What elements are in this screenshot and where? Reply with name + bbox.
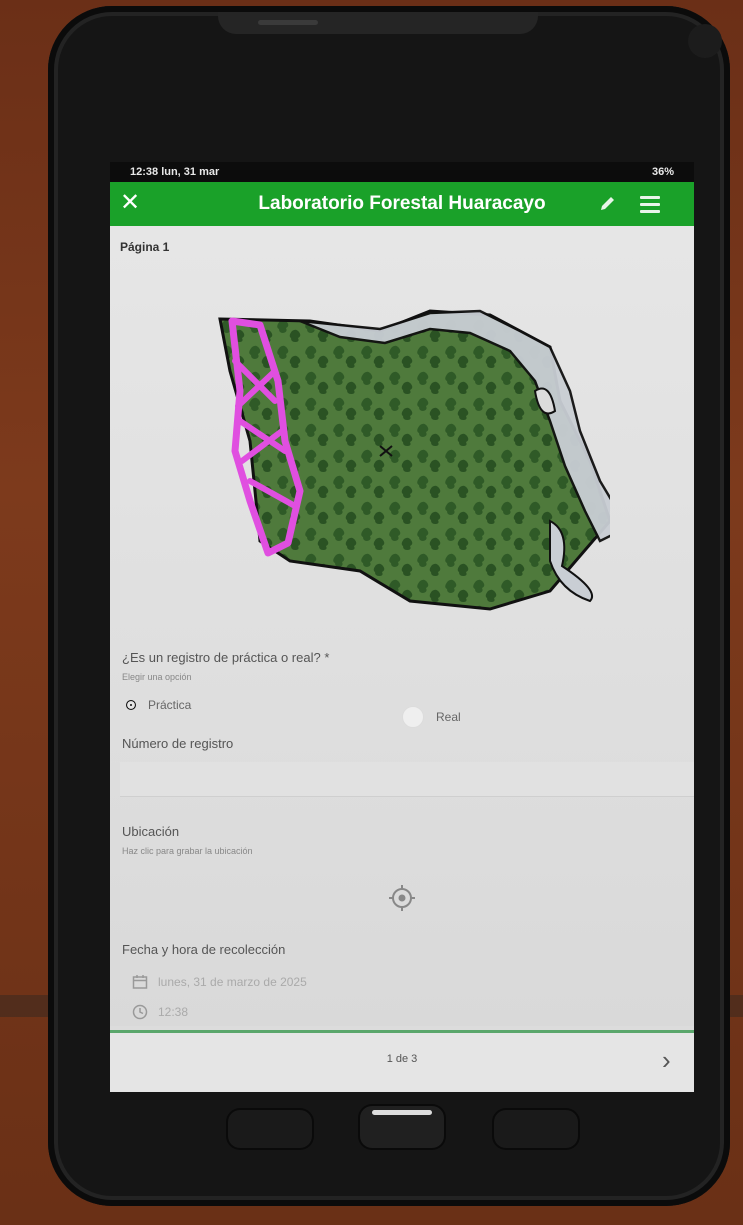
close-icon[interactable]: ✕ [120, 191, 140, 215]
time-field[interactable]: 12:38 [132, 1004, 188, 1020]
datetime-label: Fecha y hora de recolección [122, 942, 286, 957]
page-counter: 1 de 3 [386, 1053, 418, 1065]
question-record-type-label: ¿Es un registro de práctica o real? * [122, 650, 330, 665]
hardware-buttons [110, 1100, 694, 1160]
date-field[interactable]: lunes, 31 de marzo de 2025 [132, 974, 307, 990]
status-bar: 12:38 lun, 31 mar 36% [110, 162, 694, 182]
calendar-icon [132, 975, 148, 989]
survey-form: Página 1 ¿Es un registro de práctica o r… [110, 226, 694, 1026]
tablet-screen: 12:38 lun, 31 mar 36% ✕ Laboratorio Fore… [110, 162, 694, 1092]
next-page-chevron-icon[interactable]: › [662, 1047, 671, 1073]
gps-target-icon[interactable] [387, 883, 417, 913]
hw-recent-apps-button[interactable] [228, 1110, 312, 1148]
record-number-label: Número de registro [122, 736, 234, 751]
radio-practica[interactable]: Práctica [124, 698, 191, 712]
forest-map-image [218, 309, 610, 611]
status-battery: 36% [651, 166, 674, 178]
page-label: Página 1 [120, 240, 170, 254]
form-footer: 1 de 3 › [110, 1030, 694, 1092]
app-header: ✕ Laboratorio Forestal Huaracayo [110, 182, 694, 226]
clock-icon [132, 1004, 148, 1020]
hw-home-button[interactable] [360, 1106, 444, 1148]
stylus-holder [688, 24, 722, 58]
location-hint: Haz clic para grabar la ubicación [122, 846, 253, 856]
radio-selected-icon[interactable] [126, 700, 136, 710]
time-value: 12:38 [158, 1005, 189, 1019]
radio-unselected-icon[interactable] [402, 706, 424, 728]
radio-real[interactable]: Real [402, 706, 461, 728]
menu-icon[interactable] [640, 196, 660, 217]
edit-pencil-icon[interactable] [598, 194, 618, 214]
date-value: lunes, 31 de marzo de 2025 [158, 975, 307, 989]
radio-real-label: Real [436, 710, 461, 724]
app-title: Laboratorio Forestal Huaracayo [258, 193, 546, 214]
record-number-input[interactable] [120, 762, 694, 797]
hw-back-button[interactable] [494, 1110, 578, 1148]
question-record-type-hint: Elegir una opción [122, 672, 192, 682]
radio-practica-label: Práctica [148, 698, 192, 712]
location-label: Ubicación [122, 824, 180, 839]
speaker-grille [258, 20, 318, 25]
status-time-date: 12:38 lun, 31 mar [130, 166, 220, 178]
